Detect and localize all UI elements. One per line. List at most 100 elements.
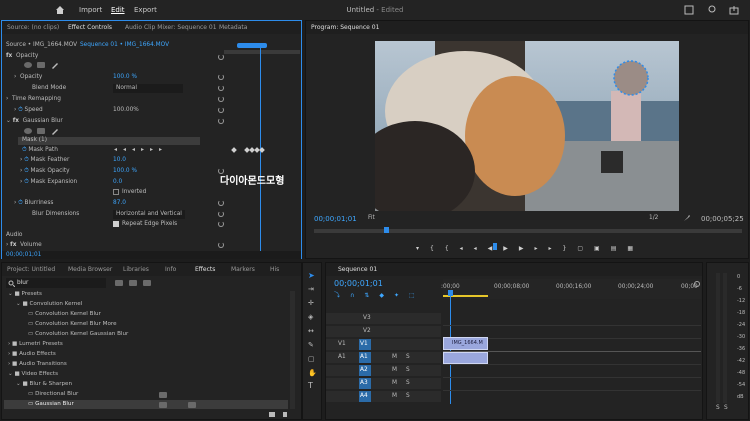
pen-tool-icon[interactable]: ✎ — [308, 341, 314, 349]
tab-markers[interactable]: Markers — [231, 266, 255, 273]
effects-item[interactable]: ▭ Convolution Kernel Blur — [28, 311, 101, 317]
expand-icon[interactable] — [684, 5, 694, 15]
keyframe-marker[interactable] — [231, 147, 237, 153]
pen-icon-2[interactable] — [51, 127, 59, 135]
track-label[interactable]: A3 — [359, 378, 371, 389]
track-header-v1[interactable]: V1 V1 — [326, 339, 441, 350]
tab-history[interactable]: His — [270, 266, 279, 273]
preset-filter-icon[interactable] — [143, 280, 151, 286]
blend-mode-select[interactable]: Normal — [113, 84, 183, 93]
mask-expansion-value[interactable]: 0.0 — [113, 179, 122, 185]
tab-effect-controls[interactable]: Effect Controls — [68, 24, 112, 31]
solo-button[interactable]: S — [406, 367, 410, 373]
reset-icon[interactable] — [218, 200, 224, 206]
rect-mask-icon-2[interactable] — [37, 128, 45, 134]
mini-ruler[interactable] — [224, 50, 300, 54]
folder-icon[interactable] — [268, 410, 276, 418]
preset-filter-icon[interactable] — [115, 280, 123, 286]
mask-opacity-value[interactable]: 100.0 % — [113, 168, 137, 174]
track-label[interactable]: A4 — [359, 391, 371, 402]
timeline-tool-buttons[interactable]: ⤵∩⇅◆✦⬚ — [334, 290, 425, 299]
timeline-timecode[interactable]: 00;00;01;01 — [334, 279, 383, 288]
opacity-value[interactable]: 100.0 % — [113, 74, 137, 80]
solo-right-button[interactable]: S — [724, 405, 728, 411]
track-header-v2[interactable]: V2 — [326, 326, 441, 337]
tab-source[interactable]: Source: (no clips) — [7, 24, 59, 31]
pen-icon[interactable] — [51, 61, 59, 69]
reset-icon[interactable] — [218, 118, 224, 124]
mini-zoom-bar[interactable] — [237, 43, 267, 48]
reset-icon[interactable] — [218, 221, 224, 227]
mask-track-controls[interactable]: ◂◂◂▸▸▸ — [114, 146, 168, 153]
tab-project[interactable]: Project: Untitled — [7, 266, 55, 273]
tab-program[interactable]: Program: Sequence 01 — [311, 24, 379, 31]
effects-item[interactable]: ⌄ ■ Presets — [8, 291, 42, 297]
track-header-a2[interactable]: A2 M S — [326, 365, 441, 376]
video-clip[interactable]: IMG_1664.M — [443, 337, 488, 350]
track-header-v3[interactable]: V3 — [326, 313, 441, 324]
video-frame[interactable] — [375, 41, 679, 211]
track-header-a3[interactable]: A3 M S — [326, 378, 441, 389]
tab-metadata[interactable]: Metadata — [219, 24, 247, 31]
effects-scrollbar[interactable] — [290, 291, 295, 409]
track-select-icon[interactable]: ⇥ — [308, 285, 314, 293]
transport-controls[interactable]: ▾{{◂◂◀▶▶▸▸}▢▣▤▦ — [416, 245, 644, 252]
razor-icon[interactable]: ◈ — [308, 313, 313, 321]
tab-media-browser[interactable]: Media Browser — [68, 266, 112, 273]
solo-button[interactable]: S — [406, 380, 410, 386]
mute-button[interactable]: M — [392, 354, 397, 360]
effects-item[interactable]: ⌄ ■ Blur & Sharpen — [16, 381, 72, 387]
track-header-a1[interactable]: A1 A1 M S — [326, 352, 441, 363]
ec-timecode[interactable]: 00;00;01;01 — [6, 252, 41, 258]
share-icon[interactable] — [729, 5, 739, 15]
mask-feather-value[interactable]: 10.0 — [113, 157, 126, 163]
resolution-select[interactable]: 1/2 — [649, 215, 658, 221]
blur-dimensions-select[interactable]: Horizontal and Vertical — [113, 210, 185, 219]
source-label[interactable]: Source • IMG_1664.MOV — [6, 42, 77, 48]
effects-item[interactable]: ▭ Directional Blur — [28, 391, 78, 397]
tab-audio-clip-mixer[interactable]: Audio Clip Mixer: Sequence 01 — [125, 24, 217, 31]
reset-icon[interactable] — [218, 85, 224, 91]
track-label[interactable]: V1 — [359, 339, 371, 350]
lightbulb-icon[interactable] — [707, 5, 717, 15]
program-timecode[interactable]: 00;00;01;01 — [314, 215, 357, 223]
source-patch-a1[interactable]: A1 — [338, 354, 346, 360]
play-icon[interactable] — [493, 243, 497, 250]
mute-button[interactable]: M — [392, 367, 397, 373]
preset-filter-icon[interactable] — [129, 280, 137, 286]
hand-icon[interactable]: ✋ — [308, 369, 317, 377]
type-tool-icon[interactable]: T — [308, 381, 313, 390]
search-input[interactable]: blur — [17, 280, 28, 286]
audio-clip[interactable] — [443, 352, 488, 364]
tab-effects[interactable]: Effects — [195, 266, 215, 273]
reset-icon[interactable] — [218, 54, 224, 60]
program-scrubber[interactable] — [314, 229, 742, 233]
rect-tool-icon[interactable]: ▢ — [308, 355, 315, 363]
mute-button[interactable]: M — [392, 393, 397, 399]
timeline-playhead[interactable] — [450, 296, 451, 404]
timeline-scroll-handle[interactable] — [694, 281, 700, 287]
repeat-edge-checkbox[interactable] — [113, 221, 119, 227]
solo-left-button[interactable]: S — [716, 405, 720, 411]
rect-mask-icon[interactable] — [37, 62, 45, 68]
track-label[interactable]: A2 — [359, 365, 371, 376]
reset-icon[interactable] — [218, 96, 224, 102]
slip-icon[interactable]: ↔ — [308, 327, 314, 335]
selection-tool-icon[interactable]: ➤ — [308, 271, 315, 280]
reset-icon[interactable] — [218, 107, 224, 113]
track-header-a4[interactable]: A4 M S — [326, 391, 441, 402]
tab-libraries[interactable]: Libraries — [123, 266, 149, 273]
wrench-icon[interactable] — [683, 214, 691, 222]
effects-item[interactable]: ⌄ ■ Convolution Kernel — [16, 301, 82, 307]
reset-icon[interactable] — [218, 74, 224, 80]
ellipse-mask-icon[interactable] — [24, 62, 32, 68]
program-playhead[interactable] — [384, 227, 389, 233]
effects-item-selected[interactable]: ▭ Gaussian Blur — [28, 401, 74, 407]
solo-button[interactable]: S — [406, 393, 410, 399]
reset-icon[interactable] — [218, 242, 224, 248]
inverted-checkbox[interactable] — [113, 189, 119, 195]
effects-item[interactable]: ⌄ ■ Video Effects — [8, 371, 58, 377]
source-patch-v1[interactable]: V1 — [338, 341, 346, 347]
tab-sequence[interactable]: Sequence 01 — [338, 266, 377, 273]
ripple-edit-icon[interactable]: ✛ — [308, 299, 314, 307]
